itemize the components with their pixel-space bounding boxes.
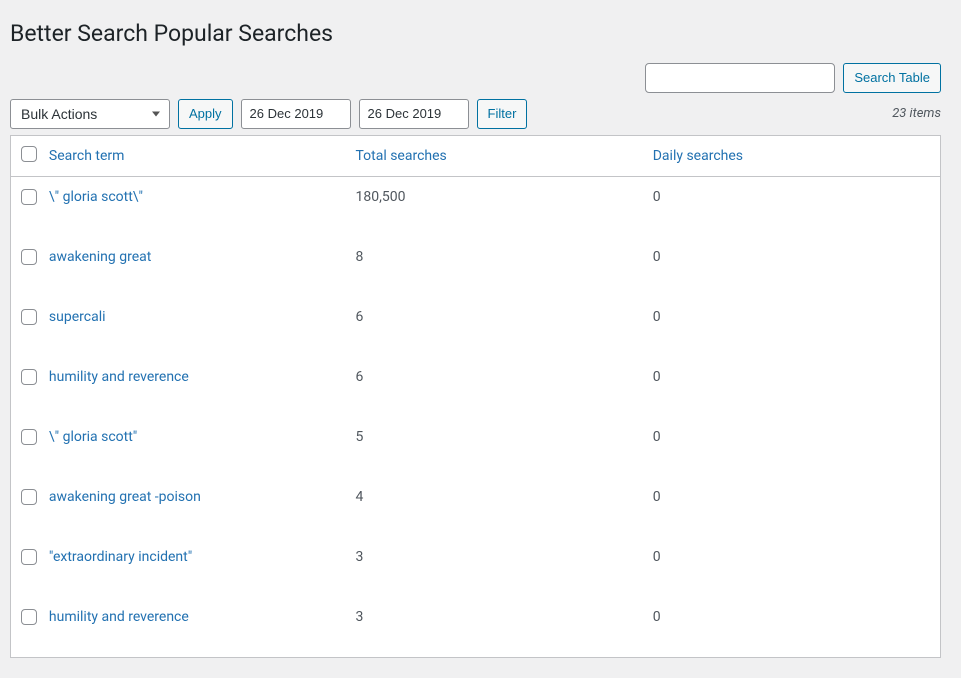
search-term-link[interactable]: awakening great <box>49 249 151 265</box>
search-term-link[interactable]: \" gloria scott\" <box>49 189 143 205</box>
cell-total: 6 <box>345 297 642 357</box>
table-row: humility and reverence 60 <box>11 357 940 417</box>
tablenav-top: Bulk Actions Apply Filter 23 items <box>10 99 941 129</box>
row-check-cell <box>11 297 39 357</box>
row-check-cell <box>11 177 39 237</box>
cell-term: humility and reverence <box>39 597 346 657</box>
cell-total: 4 <box>345 477 642 537</box>
row-check-cell <box>11 477 39 537</box>
cell-total: 6 <box>345 357 642 417</box>
cell-daily: 0 <box>643 357 940 417</box>
actions-bar: Bulk Actions Apply Filter <box>10 99 527 129</box>
search-table-button[interactable]: Search Table <box>843 63 941 93</box>
search-term-link[interactable]: awakening great -poison <box>49 489 201 505</box>
cell-term: awakening great -poison <box>39 477 346 537</box>
table-row: humility and reverence 30 <box>11 597 940 657</box>
date-from-input[interactable] <box>241 99 351 129</box>
table-row: "extraordinary incident" 30 <box>11 537 940 597</box>
col-header-term[interactable]: Search term <box>39 136 346 177</box>
row-checkbox[interactable] <box>21 489 37 505</box>
row-check-cell <box>11 237 39 297</box>
cell-total: 5 <box>345 417 642 477</box>
cell-daily: 0 <box>643 177 940 237</box>
cell-term: supercali <box>39 297 346 357</box>
col-header-total[interactable]: Total searches <box>345 136 642 177</box>
items-count: 23 items <box>892 106 941 121</box>
date-to-input[interactable] <box>359 99 469 129</box>
table-row: awakening great -poison 40 <box>11 477 940 537</box>
search-term-link[interactable]: humility and reverence <box>49 369 189 385</box>
apply-button[interactable]: Apply <box>178 99 233 129</box>
search-box: Search Table <box>10 63 941 93</box>
cell-total: 3 <box>345 537 642 597</box>
cell-total: 3 <box>345 597 642 657</box>
cell-term: \" gloria scott" <box>39 417 346 477</box>
search-term-link[interactable]: \" gloria scott" <box>49 429 137 445</box>
row-checkbox[interactable] <box>21 429 37 445</box>
row-check-cell <box>11 357 39 417</box>
cell-term: "extraordinary incident" <box>39 537 346 597</box>
cell-daily: 0 <box>643 597 940 657</box>
searches-table: Search term Total searches Daily searche… <box>10 135 941 658</box>
filter-button[interactable]: Filter <box>477 99 528 129</box>
cell-term: awakening great <box>39 237 346 297</box>
select-all-header <box>11 136 39 177</box>
row-check-cell <box>11 597 39 657</box>
search-term-link[interactable]: humility and reverence <box>49 609 189 625</box>
cell-term: \" gloria scott\" <box>39 177 346 237</box>
row-checkbox[interactable] <box>21 249 37 265</box>
search-term-link[interactable]: supercali <box>49 309 106 325</box>
page-title: Better Search Popular Searches <box>10 10 941 53</box>
table-row: awakening great 80 <box>11 237 940 297</box>
row-check-cell <box>11 537 39 597</box>
row-check-cell <box>11 417 39 477</box>
table-row: supercali 60 <box>11 297 940 357</box>
search-term-link[interactable]: "extraordinary incident" <box>49 549 192 565</box>
col-header-daily[interactable]: Daily searches <box>643 136 940 177</box>
row-checkbox[interactable] <box>21 609 37 625</box>
row-checkbox[interactable] <box>21 369 37 385</box>
cell-daily: 0 <box>643 537 940 597</box>
table-row: \" gloria scott" 50 <box>11 417 940 477</box>
cell-daily: 0 <box>643 417 940 477</box>
row-checkbox[interactable] <box>21 189 37 205</box>
cell-daily: 0 <box>643 297 940 357</box>
search-input[interactable] <box>645 63 835 93</box>
cell-total: 8 <box>345 237 642 297</box>
cell-daily: 0 <box>643 237 940 297</box>
cell-total: 180,500 <box>345 177 642 237</box>
row-checkbox[interactable] <box>21 309 37 325</box>
row-checkbox[interactable] <box>21 549 37 565</box>
cell-daily: 0 <box>643 477 940 537</box>
table-row: \" gloria scott\" 180,5000 <box>11 177 940 237</box>
bulk-actions-select[interactable]: Bulk Actions <box>10 99 170 129</box>
select-all-checkbox[interactable] <box>21 146 37 162</box>
cell-term: humility and reverence <box>39 357 346 417</box>
